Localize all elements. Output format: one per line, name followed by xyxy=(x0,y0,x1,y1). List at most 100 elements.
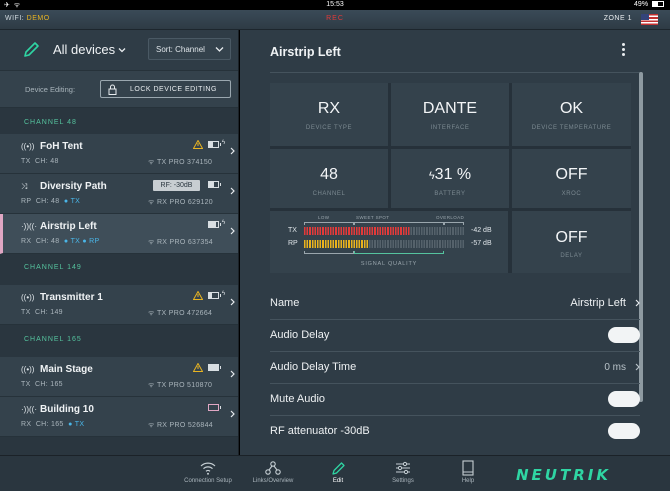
tx-level-bar xyxy=(304,227,464,235)
device-meta: TX CH: 165 xyxy=(21,381,63,388)
tile-delay: OFF DELAY xyxy=(512,211,631,273)
signal-quality-label: SIGNAL QUALITY xyxy=(360,261,418,267)
status-tiles: RX DEVICE TYPE DANTE INTERFACE OK DEVICE… xyxy=(270,83,631,273)
warning-icon xyxy=(193,291,203,300)
battery-icon xyxy=(652,1,664,7)
device-meta: RP CH: 48 ● TX xyxy=(21,198,81,205)
device-item-transmitter-1[interactable]: ((•)) Transmitter 1 ϟ TX CH: 149 ᯤ TX PR… xyxy=(0,285,238,325)
zone-sweet-spot-label: SWEET SPOT xyxy=(356,215,390,220)
divider xyxy=(270,72,640,73)
device-meta: RX CH: 165 ● TX xyxy=(21,421,85,428)
name-value: Airstrip Left xyxy=(570,297,626,309)
battery-icon xyxy=(208,364,221,371)
sort-label: Sort: Channel xyxy=(156,45,205,54)
setting-name[interactable]: Name Airstrip Left xyxy=(270,288,640,320)
network-bar: WIFI: DEMO REC ZONE 1 xyxy=(0,10,670,30)
battery-icon xyxy=(208,221,221,228)
device-meta: TX CH: 149 xyxy=(21,309,63,316)
channel-header-165: CHANNEL 165 xyxy=(0,326,238,351)
zone-selector[interactable]: ZONE 1 xyxy=(604,15,632,22)
audio-delay-toggle[interactable] xyxy=(608,327,640,343)
tab-links-overview[interactable]: Links/Overview xyxy=(241,460,305,490)
tile-battery: ϟ31 % BATTERY xyxy=(391,149,509,208)
device-item-building-10[interactable]: ·))((· Building 10 RX CH: 165 ● TX ᯤ RX … xyxy=(0,397,238,437)
status-bar: ✈ ᯤ 15:53 49% xyxy=(0,0,670,10)
device-item-diversity-path[interactable]: ⤨ Diversity Path RF: -30dB RP CH: 48 ● T… xyxy=(0,174,238,214)
rf-attenuator-toggle[interactable] xyxy=(608,423,640,439)
battery-percent: 49% xyxy=(634,1,649,8)
tile-channel: 48 CHANNEL xyxy=(270,149,388,208)
device-name: Main Stage xyxy=(40,364,93,375)
diversity-icon: ⤨ xyxy=(21,182,28,191)
rf-attenuator-badge: RF: -30dB xyxy=(153,180,200,191)
chevron-down-icon[interactable] xyxy=(117,45,127,55)
charging-icon: ϟ xyxy=(222,291,226,297)
channel-header-149: CHANNEL 149 xyxy=(0,254,238,279)
device-item-main-stage[interactable]: ((•)) Main Stage TX CH: 165 ᯤ TX PRO 510… xyxy=(0,357,238,397)
device-model: ᯤ TX PRO 472664 xyxy=(148,310,213,317)
setting-audio-delay-time[interactable]: Audio Delay Time 0 ms xyxy=(270,352,640,384)
device-name: Building 10 xyxy=(40,404,94,415)
network-icon xyxy=(265,461,281,475)
tab-bar: Connection Setup Links/Overview Edit Set… xyxy=(0,455,670,491)
more-options-icon[interactable] xyxy=(620,43,626,61)
rp-level-bar xyxy=(304,240,464,248)
rp-level-value: -57 dB xyxy=(471,240,492,247)
zone-low-label: LOW xyxy=(318,215,330,220)
status-battery: 49% xyxy=(634,1,664,8)
pencil-icon xyxy=(24,42,39,57)
charging-icon: ϟ xyxy=(222,220,226,226)
device-meta: RX CH: 48 ● TX ● RP xyxy=(21,238,100,245)
tile-device-temperature: OK DEVICE TEMPERATURE xyxy=(512,83,631,146)
device-list-panel: All devices Sort: Channel Device Editing… xyxy=(0,30,239,455)
device-item-foh-tent[interactable]: ((•)) FoH Tent ϟ TX CH: 48 ᯤ TX PRO 3741… xyxy=(0,134,238,174)
chevron-right-icon xyxy=(230,147,235,155)
chevron-right-icon xyxy=(230,298,235,306)
pencil-icon xyxy=(332,462,345,475)
device-detail-panel: Airstrip Left RX DEVICE TYPE DANTE INTER… xyxy=(240,30,670,455)
chevron-right-icon xyxy=(230,410,235,418)
setting-mute-audio: Mute Audio xyxy=(270,384,640,416)
device-model: ᯤ TX PRO 374150 xyxy=(148,159,213,166)
tab-settings[interactable]: Settings xyxy=(371,460,435,490)
charging-icon: ϟ xyxy=(222,140,226,146)
battery-icon xyxy=(208,181,221,188)
device-editing-label: Device Editing: xyxy=(25,85,76,94)
sort-dropdown[interactable]: Sort: Channel xyxy=(148,38,231,60)
tab-edit[interactable]: Edit xyxy=(306,460,370,490)
zone-overload-label: OVERLOAD xyxy=(436,215,465,220)
zone-low-bracket xyxy=(304,251,354,254)
signal-quality-meter: LOW SWEET SPOT OVERLOAD TX -42 dB RP -57… xyxy=(270,211,508,273)
battery-icon xyxy=(208,292,221,299)
mute-audio-toggle[interactable] xyxy=(608,391,640,407)
book-icon xyxy=(462,460,474,476)
device-item-airstrip-left[interactable]: ·))((· Airstrip Left ϟ RX CH: 48 ● TX ● … xyxy=(0,214,238,254)
device-model: ᯤ RX PRO 629120 xyxy=(148,199,213,206)
device-filter-dropdown[interactable]: All devices xyxy=(53,42,115,57)
chevron-right-icon xyxy=(230,187,235,195)
tab-help[interactable]: Help xyxy=(436,460,500,490)
zone-sweet-bracket xyxy=(354,251,444,254)
battery-icon xyxy=(208,404,221,411)
tab-connection-setup[interactable]: Connection Setup xyxy=(176,460,240,490)
device-editing-row: Device Editing: LOCK DEVICE EDITING xyxy=(0,70,238,108)
tx-level-value: -42 dB xyxy=(471,227,492,234)
sliders-icon xyxy=(396,461,410,475)
channel-header-48: CHANNEL 48 xyxy=(0,109,238,134)
us-flag-icon[interactable] xyxy=(641,14,658,25)
lock-device-editing-button[interactable]: LOCK DEVICE EDITING xyxy=(100,80,231,98)
chevron-right-icon xyxy=(230,370,235,378)
tile-xroc: OFF XROC xyxy=(512,149,631,208)
chevron-right-icon xyxy=(635,299,640,307)
page-title: Airstrip Left xyxy=(270,45,341,59)
chevron-right-icon xyxy=(635,363,640,371)
device-model: ᯤ RX PRO 526844 xyxy=(148,422,213,429)
rp-meter: RP -57 dB xyxy=(288,240,492,248)
device-name: Diversity Path xyxy=(40,181,107,192)
setting-rf-attenuator: RF attenuator -30dB xyxy=(270,416,640,448)
lock-icon xyxy=(108,84,117,95)
status-time: 15:53 xyxy=(326,1,344,8)
zone-sweet-bracket xyxy=(354,222,444,225)
warning-icon xyxy=(193,140,203,149)
rec-indicator: REC xyxy=(326,15,344,22)
